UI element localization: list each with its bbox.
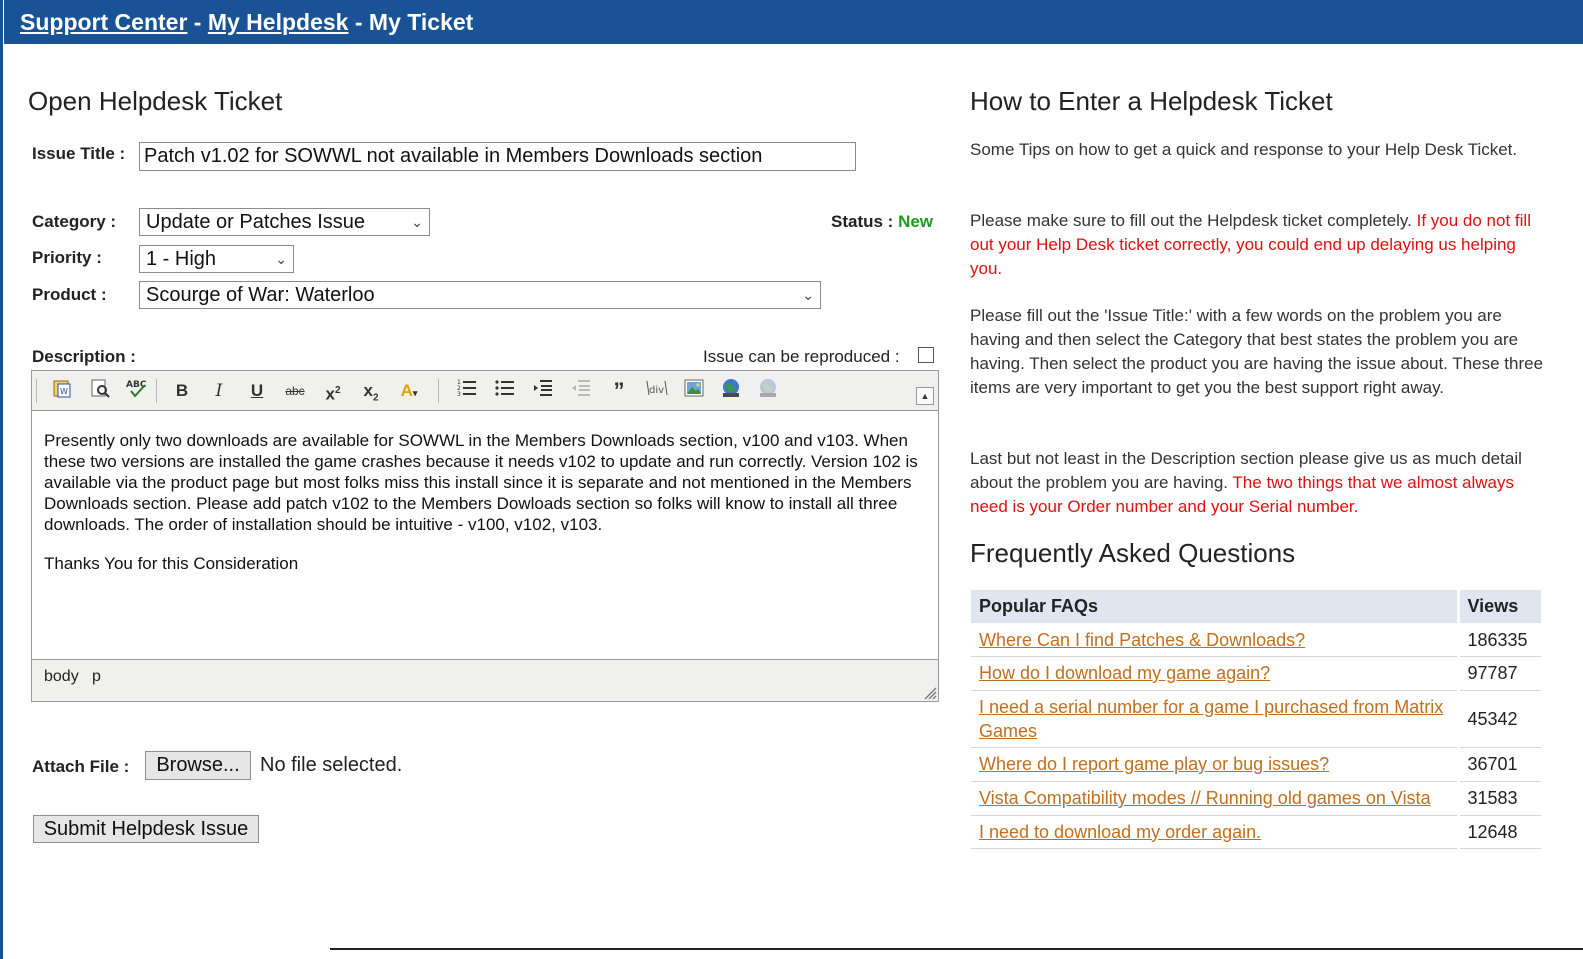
faq-column-header: Popular FAQs <box>971 590 1458 624</box>
blockquote-icon[interactable]: ” <box>605 377 633 405</box>
subscript-icon[interactable]: x2 <box>357 377 385 405</box>
issue-title-label: Issue Title : <box>32 144 126 163</box>
attach-file-label: Attach File : <box>32 757 130 776</box>
help-paragraph: Some Tips on how to get a quick and resp… <box>970 140 1518 159</box>
toolbar-separator <box>36 379 37 403</box>
faq-link[interactable]: How do I download my game again? <box>979 663 1270 683</box>
faq-views: 12648 <box>1456 815 1541 849</box>
breadcrumb-separator: - <box>187 9 208 35</box>
paste-word-icon[interactable]: W <box>48 377 76 405</box>
editor-toolbar: W ABC B I U abc x2 x2 A▾ 123 ” div ▲ <box>32 371 938 411</box>
indent-icon[interactable] <box>529 377 557 405</box>
description-editor: W ABC B I U abc x2 x2 A▾ 123 ” div ▲ Pre… <box>31 370 939 702</box>
description-paragraph: Thanks You for this Consideration <box>44 554 299 573</box>
help-paragraph: Last but not least in the Description se… <box>970 447 1550 519</box>
chevron-down-icon: ⌄ <box>275 251 287 267</box>
superscript-icon[interactable]: x2 <box>319 377 347 405</box>
faq-row: Where do I report game play or bug issue… <box>971 747 1541 782</box>
category-selected-value: Update or Patches Issue <box>146 211 366 233</box>
font-color-icon[interactable]: A▾ <box>395 377 423 405</box>
description-textarea[interactable]: Presently only two downloads are availab… <box>32 412 938 659</box>
faq-row: Vista Compatibility modes // Running old… <box>971 781 1541 816</box>
product-select[interactable]: Scourge of War: Waterloo ⌄ <box>139 281 821 309</box>
path-item-body[interactable]: body <box>44 668 79 685</box>
priority-select[interactable]: 1 - High ⌄ <box>139 245 294 273</box>
faq-link[interactable]: Where do I report game play or bug issue… <box>979 754 1329 774</box>
insert-link-icon[interactable] <box>717 377 745 405</box>
faq-views: 36701 <box>1456 747 1541 782</box>
help-text: Please make sure to fill out the Helpdes… <box>970 211 1417 230</box>
priority-selected-value: 1 - High <box>146 248 217 270</box>
faq-link[interactable]: I need to download my order again. <box>979 822 1261 842</box>
faq-link[interactable]: I need a serial number for a game I purc… <box>979 697 1443 741</box>
unordered-list-icon[interactable] <box>491 377 519 405</box>
views-column-header: Views <box>1456 590 1541 624</box>
toolbar-separator <box>438 379 439 403</box>
chevron-down-icon: ⌄ <box>802 287 814 303</box>
svg-text:div: div <box>649 385 664 396</box>
editor-path-bar: body p <box>32 659 938 701</box>
help-title: How to Enter a Helpdesk Ticket <box>970 86 1333 116</box>
insert-image-icon[interactable] <box>680 377 708 405</box>
outdent-icon[interactable] <box>567 377 595 405</box>
no-file-text: No file selected. <box>260 754 403 776</box>
reproduced-label: Issue can be reproduced : <box>703 347 900 366</box>
faq-title: Frequently Asked Questions <box>970 538 1296 568</box>
help-paragraph: Please make sure to fill out the Helpdes… <box>970 209 1550 281</box>
breadcrumb-current: My Ticket <box>368 9 474 35</box>
italic-icon[interactable]: I <box>205 377 233 405</box>
faq-link[interactable]: Vista Compatibility modes // Running old… <box>979 788 1431 808</box>
faq-row: Where Can I find Patches & Downloads? 18… <box>971 623 1541 657</box>
toolbar-separator <box>156 379 157 403</box>
issue-title-input[interactable]: Patch v1.02 for SOWWL not available in M… <box>139 142 856 171</box>
page-left-border <box>0 0 3 959</box>
product-selected-value: Scourge of War: Waterloo <box>146 284 375 306</box>
toolbar-collapse-button[interactable]: ▲ <box>916 387 934 405</box>
browse-button[interactable]: Browse... <box>145 751 251 780</box>
spellcheck-icon[interactable]: ABC <box>123 377 151 405</box>
priority-label: Priority : <box>32 248 102 267</box>
preview-icon[interactable] <box>86 377 114 405</box>
path-item-p[interactable]: p <box>92 668 101 685</box>
category-label: Category : <box>32 212 117 231</box>
faq-header-row: Popular FAQs Views <box>971 590 1541 624</box>
svg-text:3: 3 <box>457 391 461 398</box>
page-bottom-border <box>330 948 1583 950</box>
faq-row: I need to download my order again. 12648 <box>971 815 1541 849</box>
underline-icon[interactable]: U <box>243 377 271 405</box>
submit-button[interactable]: Submit Helpdesk Issue <box>33 815 259 843</box>
chevron-down-icon: ⌄ <box>411 214 423 230</box>
faq-row: How do I download my game again? 97787 <box>971 656 1541 691</box>
faq-table: Popular FAQs Views Where Can I find Patc… <box>971 590 1541 849</box>
product-label: Product : <box>32 285 107 304</box>
svg-text:W: W <box>60 387 68 396</box>
form-title: Open Helpdesk Ticket <box>28 86 283 116</box>
remove-link-icon[interactable] <box>754 377 782 405</box>
faq-row: I need a serial number for a game I purc… <box>971 690 1541 748</box>
breadcrumb-support-center-link[interactable]: Support Center <box>20 9 187 35</box>
ordered-list-icon[interactable]: 123 <box>453 377 481 405</box>
category-select[interactable]: Update or Patches Issue ⌄ <box>139 208 430 236</box>
strikethrough-icon[interactable]: abc <box>281 377 309 405</box>
description-paragraph: Presently only two downloads are availab… <box>44 431 918 534</box>
breadcrumb-header: Support Center - My Helpdesk - My Ticket <box>4 0 1583 44</box>
breadcrumb-my-helpdesk-link[interactable]: My Helpdesk <box>208 9 349 35</box>
reproduced-checkbox[interactable] <box>918 347 934 363</box>
faq-views: 97787 <box>1456 656 1541 691</box>
help-paragraph: Please fill out the 'Issue Title:' with … <box>970 306 1544 397</box>
status-label: Status : <box>831 212 899 231</box>
faq-views: 186335 <box>1456 623 1541 657</box>
resize-grip-icon[interactable] <box>921 684 937 700</box>
faq-link[interactable]: Where Can I find Patches & Downloads? <box>979 630 1305 650</box>
faq-views: 31583 <box>1456 781 1541 816</box>
bold-icon[interactable]: B <box>168 377 196 405</box>
status-value: New <box>898 212 934 231</box>
status-display: Status : New <box>831 212 933 232</box>
insert-div-icon[interactable]: div <box>643 377 671 405</box>
faq-views: 45342 <box>1456 690 1541 748</box>
breadcrumb-separator: - <box>348 9 369 35</box>
description-label: Description : <box>32 347 136 366</box>
